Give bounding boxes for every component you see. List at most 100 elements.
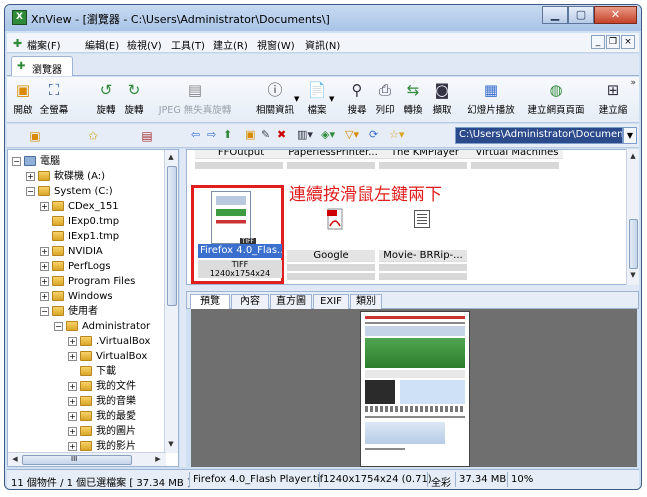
scroll-up-icon[interactable]: ▲ [627, 150, 639, 163]
search-button[interactable]: ⚲ 搜尋 [345, 81, 369, 121]
tree-vertical-scrollbar[interactable]: ▲ ▼ [164, 150, 178, 453]
tree-expander-icon[interactable]: + [68, 396, 77, 406]
tab-histogram[interactable]: 直方圖 [270, 294, 312, 309]
jpeg-lossless-rotate-button[interactable]: ▤ JPEG 無失真旋轉 [155, 81, 235, 121]
tab-browser[interactable]: ✚ 瀏覽器 [11, 56, 73, 76]
back-arrow-icon[interactable]: ⇦ [191, 127, 200, 143]
convert-button[interactable]: ⇆ 轉換 [401, 81, 425, 121]
related-info-button[interactable]: ⓘ 相關資訊 [253, 81, 297, 121]
tab-properties[interactable]: 內容 [231, 294, 269, 309]
filter-icon[interactable]: ▽▾ [345, 127, 359, 143]
tree-expander-icon[interactable]: − [12, 156, 21, 166]
close-button[interactable]: ✕ [594, 6, 637, 24]
tree-horizontal-scrollbar[interactable]: ◀ III ▶ [8, 452, 166, 466]
scroll-up-icon[interactable]: ▲ [165, 151, 177, 164]
mdi-close-button[interactable]: × [621, 35, 635, 49]
tree-expander-icon[interactable]: + [40, 276, 49, 286]
tab-category[interactable]: 類別 [350, 294, 382, 309]
menu-edit[interactable]: 編輯(E) [85, 37, 119, 52]
tree-item[interactable]: + 我的音樂 [68, 394, 136, 409]
tree-expander-icon[interactable]: + [40, 201, 49, 211]
maximize-button[interactable]: ▢ [568, 6, 594, 24]
tree-item[interactable]: + 我的圖片 [68, 424, 136, 439]
tree-item[interactable]: + PerfLogs [40, 259, 111, 274]
thumbnail-name[interactable]: Google [287, 250, 375, 262]
selected-thumbnail[interactable]: TIFF Firefox 4.0_Flas... TIFF 1240x1754x… [191, 185, 284, 284]
capture-button[interactable]: ◙ 擷取 [429, 81, 455, 121]
folders-tab-icon[interactable]: ▣ [27, 128, 43, 144]
fullscreen-button[interactable]: ⛶ 全螢幕 [37, 81, 71, 121]
document-file-icon[interactable] [414, 210, 430, 228]
new-folder-icon[interactable]: ▣ [245, 127, 255, 143]
tree-expander-icon[interactable]: + [68, 441, 77, 451]
tab-preview[interactable]: 預覽 [190, 294, 230, 309]
tree-item[interactable]: IExp1.tmp [40, 229, 119, 244]
title-bar[interactable]: X XnView - [瀏覽器 - C:\Users\Administrator… [5, 5, 641, 31]
folder-caption[interactable]: The KMPlayer [379, 150, 471, 159]
scroll-down-icon[interactable]: ▼ [165, 438, 177, 451]
scroll-right-icon[interactable]: ▶ [152, 453, 164, 466]
tree-item[interactable]: + 我的最愛 [68, 409, 136, 424]
tree-expander-icon[interactable]: + [68, 411, 77, 421]
slideshow-button[interactable]: ▦ 幻燈片播放 [465, 81, 517, 121]
tree-expander-icon[interactable]: + [26, 171, 35, 181]
browser-vertical-scrollbar[interactable]: ▲ ▼ [626, 149, 639, 285]
thumbnail-name[interactable]: Movie- BRRip-... [379, 250, 467, 262]
tree-item[interactable]: − Administrator [54, 319, 150, 334]
tree-item[interactable]: + 軟碟機 (A:) [26, 169, 105, 184]
menu-create[interactable]: 建立(R) [213, 37, 248, 52]
sort-icon[interactable]: ◈▾ [321, 127, 335, 143]
menu-file[interactable]: 檔案(F) [27, 37, 61, 52]
view-mode-icon[interactable]: ▥▾ [297, 127, 313, 143]
browser-scroll-thumb[interactable] [629, 219, 638, 269]
tree-expander-icon[interactable]: + [40, 246, 49, 256]
folder-caption[interactable]: PaperlessPrinter... [287, 150, 379, 159]
create-webpage-button[interactable]: ◍ 建立網頁頁面 [525, 81, 587, 121]
folder-caption[interactable]: Virtual Machines [471, 150, 563, 159]
favorites-tab-icon[interactable]: ✩ [85, 128, 101, 144]
toolbar-overflow-icon[interactable]: » [630, 78, 636, 88]
menu-info[interactable]: 資訊(N) [305, 37, 340, 52]
rename-icon[interactable]: ✎ [261, 127, 270, 143]
file-button[interactable]: 📄 檔案 [305, 81, 329, 121]
tree-expander-icon[interactable]: + [68, 426, 77, 436]
pdf-file-icon[interactable] [327, 208, 343, 230]
tree-item[interactable]: + CDex_151 [40, 199, 119, 214]
menu-view[interactable]: 檢視(V) [127, 37, 162, 52]
file-dropdown-icon[interactable]: ▼ [329, 95, 334, 103]
tree-expander-icon[interactable]: − [54, 321, 63, 331]
related-info-dropdown-icon[interactable]: ▼ [294, 95, 299, 103]
tree-item[interactable]: + Windows [40, 289, 113, 304]
tree-expander-icon[interactable]: − [40, 306, 49, 316]
folder-caption[interactable]: FFOutput [195, 150, 287, 159]
parent-folder-icon[interactable]: ⬆ [223, 127, 232, 143]
tree-item[interactable]: + 我的文件 [68, 379, 136, 394]
menu-tools[interactable]: 工具(T) [171, 37, 205, 52]
tree-item[interactable]: + Program Files [40, 274, 135, 289]
address-field[interactable]: C:\Users\Administrator\Documents\ [455, 127, 623, 144]
refresh-icon[interactable]: ⟳ [369, 127, 378, 143]
tab-exif[interactable]: EXIF [313, 294, 349, 309]
open-button[interactable]: ▣ 開啟 [10, 81, 36, 121]
menu-window[interactable]: 視窗(W) [257, 37, 295, 52]
tree-item[interactable]: + .VirtualBox [68, 334, 150, 349]
categories-tab-icon[interactable]: ▤ [139, 128, 155, 144]
mdi-restore-button[interactable]: ❐ [606, 35, 620, 49]
favorites-star-icon[interactable]: ☆▾ [389, 127, 404, 143]
create-other-button[interactable]: ⊞ 建立縮 [595, 81, 631, 121]
mdi-minimize-button[interactable]: _ [591, 35, 605, 49]
rotate-right-button[interactable]: ↻ 旋轉 [121, 81, 147, 121]
tree-expander-icon[interactable]: + [40, 291, 49, 301]
tree-expander-icon[interactable]: + [68, 381, 77, 391]
delete-icon[interactable]: ✖ [277, 127, 286, 143]
tree-expander-icon[interactable]: + [68, 336, 77, 346]
tree-item[interactable]: + NVIDIA [40, 244, 103, 259]
app-menu-icon[interactable]: ✚ [13, 37, 22, 50]
tree-item[interactable]: − 使用者 [40, 304, 98, 319]
tree-item[interactable]: IExp0.tmp [40, 214, 119, 229]
tree-expander-icon[interactable]: + [68, 351, 77, 361]
forward-arrow-icon[interactable]: ⇨ [207, 127, 216, 143]
tree-item[interactable]: + VirtualBox [68, 349, 147, 364]
tree-item[interactable]: 下載 [68, 364, 116, 379]
rotate-left-button[interactable]: ↺ 旋轉 [93, 81, 119, 121]
